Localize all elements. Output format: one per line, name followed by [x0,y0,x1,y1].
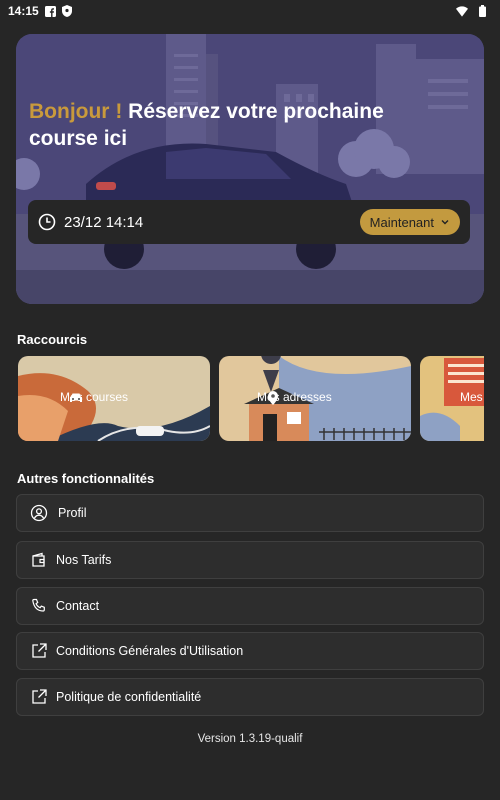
location-pin-icon [268,391,278,405]
external-link-icon [30,688,48,706]
clock-icon [38,213,56,231]
menu-item-terms[interactable]: Conditions Générales d'Utilisation [16,632,484,670]
menu-item-privacy[interactable]: Politique de confidentialité [16,678,484,716]
wallet-icon [30,551,48,569]
shortcut-more[interactable]: Mes [420,356,484,441]
car-icon [70,393,82,402]
shortcut-my-addresses[interactable]: Mes adresses [219,356,411,441]
shortcut-my-rides[interactable]: Mes courses [18,356,210,441]
user-icon [30,504,48,522]
menu-item-pricing[interactable]: Nos Tarifs [16,541,484,579]
menu-item-contact[interactable]: Contact [16,587,484,625]
hero-title: Bonjour ! Réservez votre prochaine cours… [29,98,449,152]
menu-item-label: Conditions Générales d'Utilisation [56,644,244,658]
now-button-label: Maintenant [369,214,434,230]
external-link-icon [30,642,48,660]
menu-item-label: Politique de confidentialité [56,690,202,704]
menu-item-profile[interactable]: Profil [16,494,484,532]
battery-icon [476,5,488,17]
city-car-illustration [16,34,484,304]
menu-item-label: Nos Tarifs [56,553,112,567]
facebook-icon [45,5,57,17]
shortcut-label: Mes adresses [257,390,332,405]
datetime-value: 23/12 14:14 [64,213,144,231]
shortcuts-section-title: Raccourcis [17,332,88,347]
shortcut-label: Mes courses [60,390,129,404]
menu-item-label: Contact [56,599,100,613]
shortcuts-carousel[interactable]: Mes courses Mes adresses Mes [18,356,484,442]
now-dropdown-button[interactable]: Maintenant [359,209,460,235]
hero-greeting: Bonjour ! [29,100,123,123]
phone-icon [30,597,48,615]
features-section-title: Autres fonctionnalités [17,471,155,486]
chevron-down-icon [441,220,449,225]
datetime-selector[interactable]: 23/12 14:14 Maintenant [28,200,470,244]
status-time: 14:15 [8,4,39,18]
shield-icon [61,5,73,17]
app-version: Version 1.3.19-qualif [197,733,303,745]
menu-item-label: Profil [58,506,87,520]
shortcut-label: Mes [460,390,483,404]
status-bar: 14:15 [0,0,500,22]
hero-banner: Bonjour ! Réservez votre prochaine cours… [16,34,484,304]
wifi-icon [456,5,468,17]
